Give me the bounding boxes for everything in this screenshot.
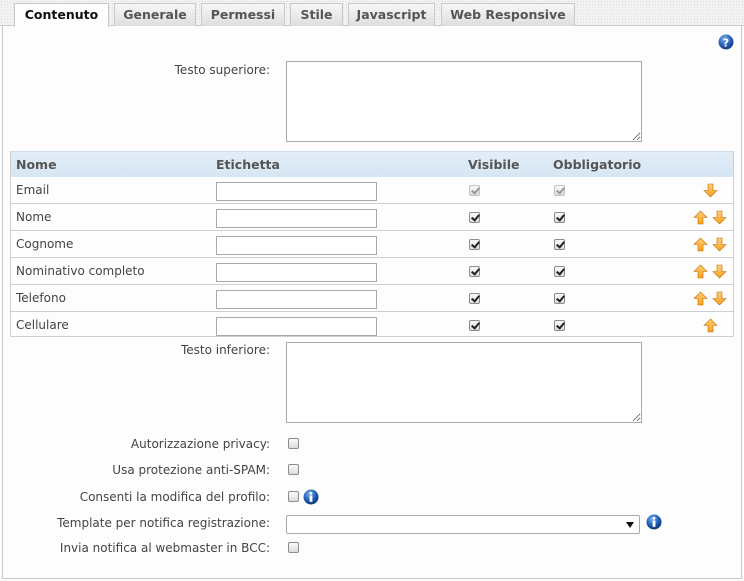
required-checkbox[interactable]	[554, 320, 565, 331]
field-name: Nome	[16, 210, 52, 224]
field-label-input[interactable]	[216, 236, 377, 255]
bottom-text-label: Testo inferiore:	[180, 343, 270, 357]
header-name: Nome	[16, 157, 57, 172]
field-name: Nominativo completo	[16, 264, 145, 278]
privacy-label: Autorizzazione privacy:	[130, 437, 270, 451]
visible-checkbox	[469, 185, 480, 196]
field-name: Telefono	[16, 291, 66, 305]
antispam-label: Usa protezione anti-SPAM:	[112, 463, 270, 477]
arrow-up-icon[interactable]	[693, 210, 708, 225]
antispam-checkbox[interactable]	[288, 464, 299, 475]
table-row: Cellulare	[11, 312, 733, 339]
fields-table: Nome Etichetta Visibile Obbligatorio Ema…	[10, 151, 734, 337]
bcc-label: Invia notifica al webmaster in BCC:	[59, 541, 270, 555]
notify-template-label: Template per notifica registrazione:	[57, 516, 270, 530]
table-row: Cognome	[11, 231, 733, 258]
visible-checkbox[interactable]	[469, 239, 480, 250]
tab-contenuto[interactable]: Contenuto	[14, 3, 109, 27]
arrow-down-icon[interactable]	[712, 237, 727, 252]
field-label-input[interactable]	[216, 263, 377, 282]
notify-template-select[interactable]	[286, 515, 640, 534]
bottom-text-textarea[interactable]	[286, 342, 642, 423]
arrow-down-icon[interactable]	[703, 183, 718, 198]
table-row: Email	[11, 177, 733, 204]
privacy-checkbox[interactable]	[288, 438, 299, 449]
arrow-up-icon[interactable]	[693, 291, 708, 306]
tab-permessi[interactable]: Permessi	[201, 3, 285, 26]
table-row: Nominativo completo	[11, 258, 733, 285]
help-icon[interactable]: ?	[718, 34, 734, 50]
field-name: Cellulare	[16, 318, 69, 332]
tab-stile[interactable]: Stile	[290, 3, 343, 26]
profile-edit-label: Consenti la modifica del profilo:	[79, 490, 270, 504]
required-checkbox	[554, 185, 565, 196]
chevron-down-icon	[626, 522, 634, 528]
table-row: Telefono	[11, 285, 733, 312]
arrow-down-icon[interactable]	[712, 291, 727, 306]
arrow-down-icon[interactable]	[712, 210, 727, 225]
header-label: Etichetta	[216, 157, 280, 172]
field-label-input[interactable]	[216, 182, 377, 201]
arrow-up-icon[interactable]	[693, 264, 708, 279]
field-label-input[interactable]	[216, 290, 377, 309]
arrow-up-icon[interactable]	[703, 318, 718, 333]
tab-bar: Contenuto Generale Permessi Stile Javasc…	[0, 0, 744, 27]
field-name: Cognome	[16, 237, 74, 251]
tab-generale[interactable]: Generale	[114, 3, 196, 26]
required-checkbox[interactable]	[554, 293, 565, 304]
table-row: Nome	[11, 204, 733, 231]
visible-checkbox[interactable]	[469, 212, 480, 223]
field-name: Email	[16, 183, 50, 197]
table-header: Nome Etichetta Visibile Obbligatorio	[11, 151, 733, 177]
top-text-label: Testo superiore:	[174, 63, 270, 77]
arrow-down-icon[interactable]	[712, 264, 727, 279]
required-checkbox[interactable]	[554, 212, 565, 223]
info-icon[interactable]	[303, 489, 319, 505]
arrow-up-icon[interactable]	[693, 237, 708, 252]
field-label-input[interactable]	[216, 317, 377, 336]
top-text-textarea[interactable]	[286, 61, 642, 142]
tab-javascript[interactable]: Javascript	[348, 3, 435, 26]
profile-edit-checkbox[interactable]	[288, 491, 299, 502]
visible-checkbox[interactable]	[469, 293, 480, 304]
header-visible: Visibile	[468, 157, 520, 172]
required-checkbox[interactable]	[554, 239, 565, 250]
header-required: Obbligatorio	[553, 157, 642, 172]
bcc-checkbox[interactable]	[288, 542, 299, 553]
visible-checkbox[interactable]	[469, 320, 480, 331]
required-checkbox[interactable]	[554, 266, 565, 277]
info-icon[interactable]	[646, 514, 662, 530]
svg-text:?: ?	[723, 36, 729, 49]
tab-web-responsive[interactable]: Web Responsive	[441, 3, 575, 26]
visible-checkbox[interactable]	[469, 266, 480, 277]
field-label-input[interactable]	[216, 209, 377, 228]
